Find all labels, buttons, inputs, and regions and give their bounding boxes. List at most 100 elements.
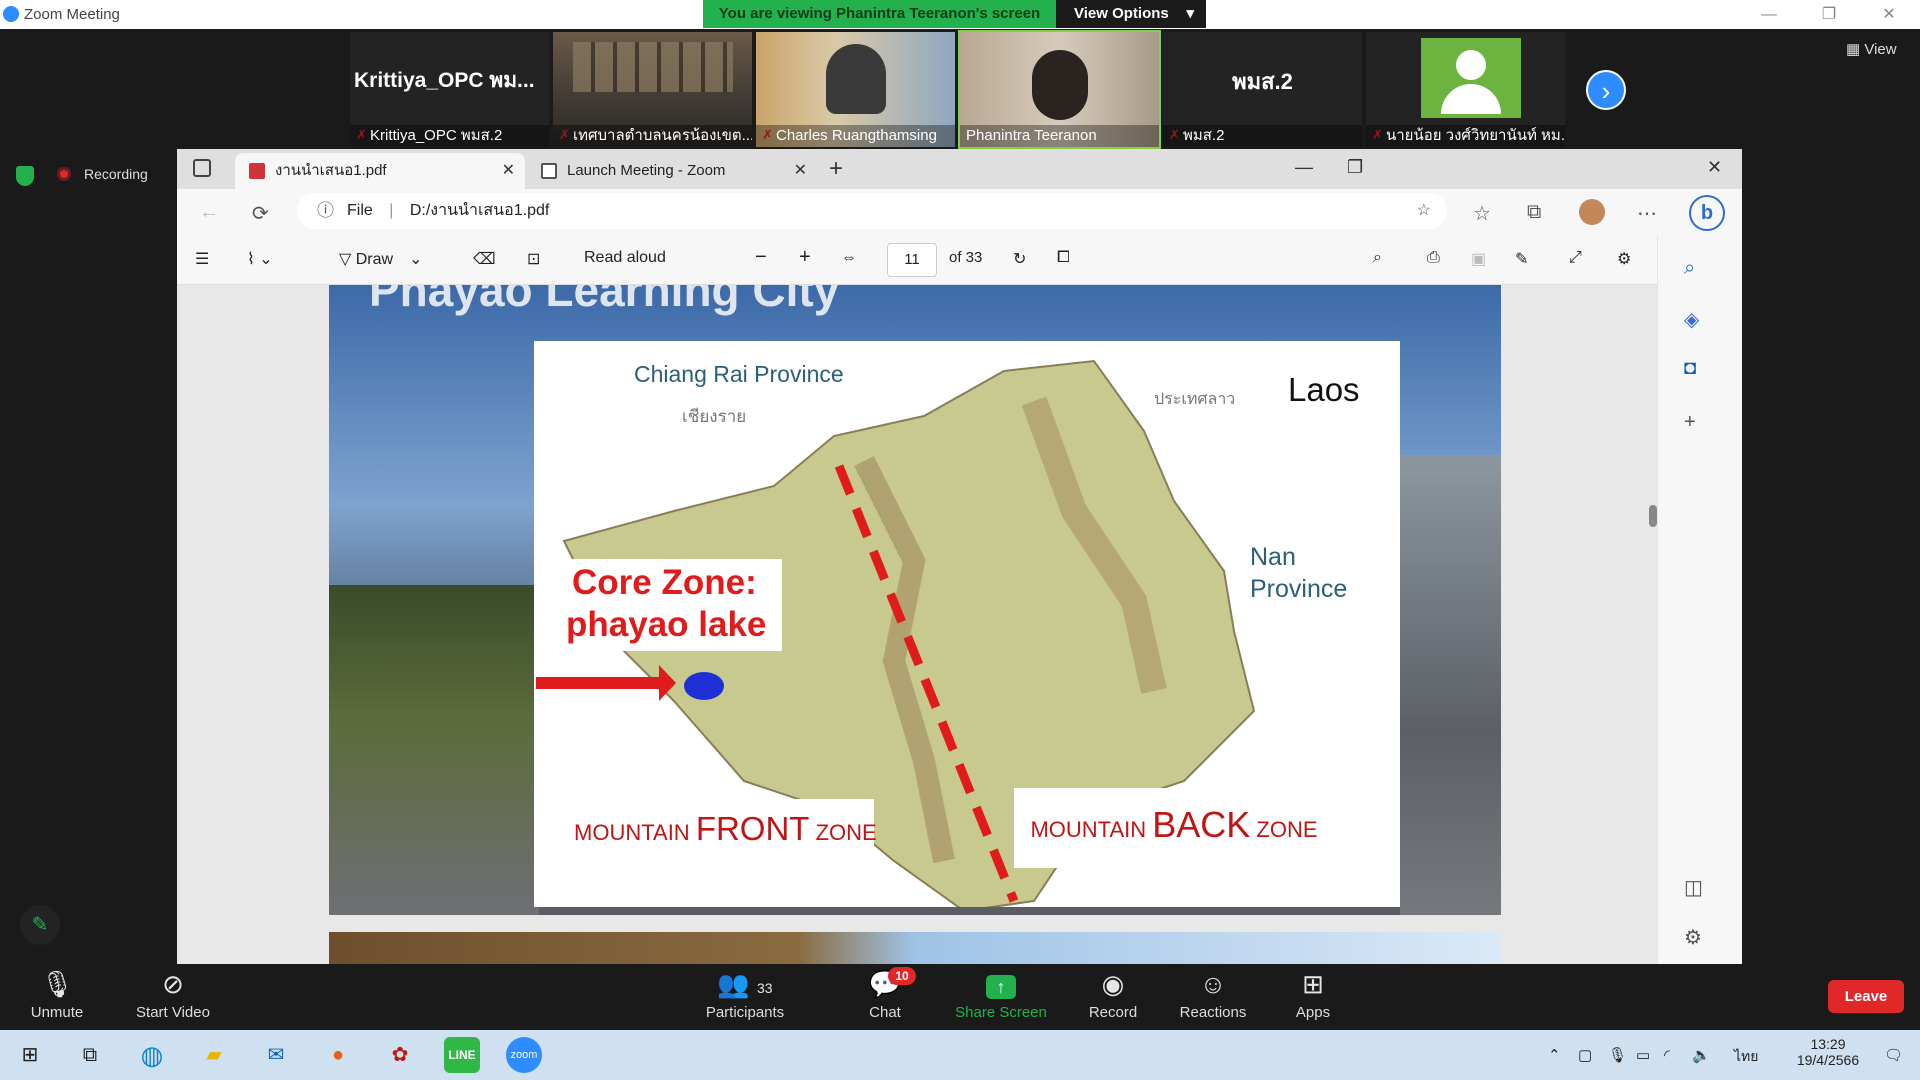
record-button[interactable]: ◉ Record	[1058, 964, 1168, 1030]
notifications-icon[interactable]: 🗨	[1884, 1046, 1903, 1064]
annotate-pencil-button[interactable]: ✎	[20, 905, 60, 945]
favorites-icon[interactable]: ☆	[1473, 201, 1491, 226]
participants-button[interactable]: 👥 33 Participants	[690, 964, 800, 1030]
outlook-icon[interactable]: ◘	[1684, 357, 1696, 380]
scrollbar-thumb[interactable]	[1649, 505, 1657, 527]
unmute-button[interactable]: 🎙 Unmute	[2, 964, 112, 1030]
participant-tile-active-speaker[interactable]: Phanintra Teeranon	[958, 30, 1161, 149]
apps-button[interactable]: ⊞ Apps	[1258, 964, 1368, 1030]
url-scheme: File	[347, 202, 373, 219]
reactions-button[interactable]: ☺ Reactions	[1158, 964, 1268, 1030]
close-button[interactable]: ✕	[1860, 0, 1918, 29]
save-as-icon[interactable]: ✎	[1515, 249, 1528, 269]
phayao-lake	[684, 672, 724, 700]
start-icon[interactable]: ⊞	[12, 1037, 48, 1073]
chat-button[interactable]: 💬 Chat	[830, 964, 940, 1030]
close-browser-button[interactable]: ✕	[1707, 157, 1722, 178]
participant-tile[interactable]: ✗ เทศบาลตำบลนครน้องเขต...	[553, 32, 752, 147]
tray-expand-icon[interactable]: ⌃	[1548, 1046, 1561, 1064]
mail-icon[interactable]: ✉	[258, 1037, 294, 1073]
close-tab-icon[interactable]: ✕	[794, 153, 807, 189]
participant-tile[interactable]: Krittiya_OPC พม... ✗ Krittiya_OPC พมส.2	[350, 32, 549, 147]
share-screen-button[interactable]: ↑ Share Screen	[946, 964, 1056, 1030]
refresh-icon[interactable]: ⟳	[252, 201, 269, 226]
highlight-icon[interactable]: ⌇ ⌄	[247, 249, 273, 269]
participant-tile[interactable]: พมส.2 ✗ พมส.2	[1163, 32, 1362, 147]
minimize-browser-button[interactable]: —	[1295, 157, 1313, 178]
split-screen-icon[interactable]: ◫	[1684, 875, 1703, 900]
fit-page-icon[interactable]: ⇔	[841, 249, 857, 267]
core-zone-subtitle: phayao lake	[566, 605, 767, 644]
reactions-icon: ☺	[1199, 969, 1227, 999]
profile-avatar[interactable]	[1579, 199, 1605, 225]
firefox-icon[interactable]: ●	[320, 1037, 356, 1073]
collections-icon[interactable]: ⧉	[1527, 201, 1541, 224]
record-label: Record	[1088, 1004, 1138, 1021]
search-icon[interactable]: ⌕	[1373, 249, 1382, 267]
zoom-in-button[interactable]: +	[799, 246, 811, 269]
contents-icon[interactable]: ☰	[195, 249, 209, 269]
paint-icon[interactable]: ✿	[382, 1037, 418, 1073]
url-field[interactable]: ⓘ File | D:/งานนำเสนอ1.pdf ☆	[297, 193, 1447, 229]
text-icon[interactable]: ⊡	[527, 249, 540, 269]
wifi-icon[interactable]: ◜	[1664, 1046, 1670, 1064]
volume-icon[interactable]: 🔈	[1692, 1046, 1711, 1064]
read-aloud-button[interactable]: Read aloud	[584, 249, 666, 267]
minimize-button[interactable]: —	[1740, 0, 1798, 29]
close-tab-icon[interactable]: ✕	[502, 153, 515, 189]
avatar-head-icon	[1456, 50, 1486, 80]
settings-icon[interactable]: ⚙	[1684, 925, 1702, 950]
tab-pdf[interactable]: งานนำเสนอ1.pdf ✕	[235, 153, 525, 189]
next-page-button[interactable]: ›	[1586, 70, 1626, 110]
fullscreen-icon[interactable]: ⤢	[1569, 249, 1582, 267]
rotate-icon[interactable]: ↻	[1013, 249, 1026, 269]
edge-icon[interactable]: ◍	[134, 1037, 170, 1073]
label-laos: Laos	[1288, 371, 1360, 408]
view-options-button[interactable]: View Options ▾	[1056, 0, 1206, 28]
tray-device-icon[interactable]: ▢	[1578, 1046, 1592, 1064]
search-icon[interactable]: ⌕	[1684, 257, 1695, 280]
copilot-icon[interactable]: ◈	[1684, 307, 1699, 332]
bing-icon[interactable]: b	[1689, 195, 1725, 231]
settings-icon[interactable]: ⚙	[1617, 249, 1631, 269]
restore-button[interactable]: ❐	[1800, 0, 1858, 29]
add-icon[interactable]: +	[1684, 411, 1696, 434]
page-number-input[interactable]: 11	[887, 243, 937, 277]
zoom-out-button[interactable]: −	[755, 246, 767, 269]
chat-icon: 💬	[868, 969, 902, 999]
task-view-icon[interactable]: ⧉	[72, 1037, 108, 1073]
avatar-body-icon	[1441, 84, 1501, 114]
chevron-down-icon: ⌄	[409, 251, 423, 268]
view-options-label: View Options	[1074, 5, 1169, 22]
back-icon[interactable]: ←	[199, 201, 219, 224]
battery-icon[interactable]: ▭	[1636, 1046, 1650, 1064]
eraser-icon[interactable]: ⌫	[473, 249, 496, 269]
more-icon[interactable]: ⋯	[1637, 201, 1657, 226]
favorite-star-icon[interactable]: ☆	[1417, 193, 1431, 229]
view-button[interactable]: ▦ View	[1846, 40, 1897, 58]
participants-label: Participants	[705, 1004, 785, 1021]
clock[interactable]: 13:29 19/4/2566	[1792, 1036, 1864, 1068]
leave-button[interactable]: Leave	[1828, 980, 1904, 1013]
slide-page: Phayao Learning City Chiang Rai Province…	[329, 285, 1501, 915]
tab-actions-icon[interactable]	[193, 159, 211, 177]
draw-label: Draw	[355, 251, 394, 268]
start-video-button[interactable]: ⊘ Start Video	[118, 964, 228, 1030]
participant-tile[interactable]: ✗ Charles Ruangthamsing	[756, 32, 955, 147]
pdf-viewer[interactable]: Phayao Learning City Chiang Rai Province…	[177, 285, 1657, 964]
zoom-app-icon[interactable]: zoom	[506, 1037, 542, 1073]
participant-tile[interactable]: ✗ นายน้อย วงศ์วิทยานันท์ หม...	[1366, 32, 1565, 147]
tab-launch-meeting[interactable]: Launch Meeting - Zoom ✕	[527, 153, 817, 189]
page-view-icon[interactable]: ⧠	[1057, 249, 1070, 267]
pdf-scrollbar[interactable]	[1649, 285, 1657, 964]
line-app-icon[interactable]: LINE	[444, 1037, 480, 1073]
participant-display-name: Krittiya_OPC พม...	[354, 69, 535, 92]
file-explorer-icon[interactable]: ▰	[196, 1037, 232, 1073]
print-icon[interactable]: ⎙	[1427, 249, 1440, 267]
new-tab-button[interactable]: +	[829, 155, 843, 183]
draw-button[interactable]: ▽ Draw ⌄	[339, 249, 423, 269]
save-icon[interactable]: ▣	[1471, 249, 1486, 269]
language-indicator[interactable]: ไทย	[1734, 1046, 1758, 1068]
tray-mic-icon[interactable]: 🎙	[1608, 1046, 1627, 1064]
restore-browser-button[interactable]: ❐	[1347, 157, 1363, 178]
